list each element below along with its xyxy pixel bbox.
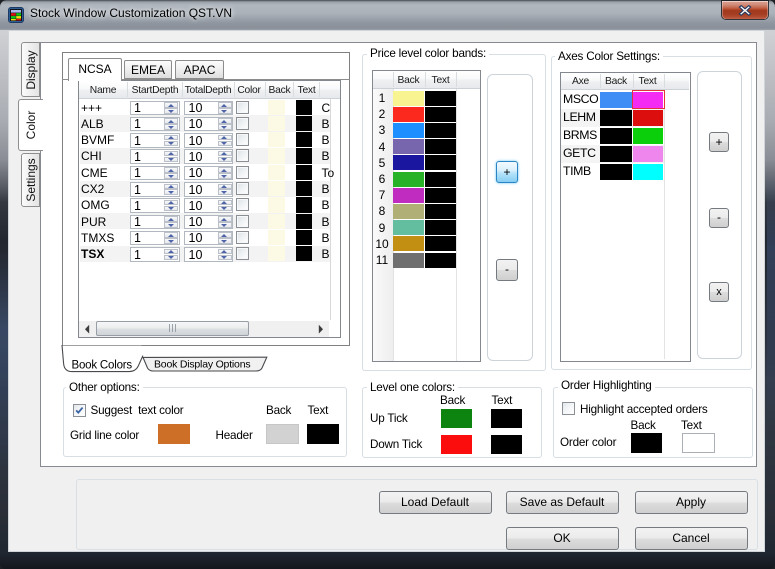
svg-text:Book Colors: Book Colors <box>72 360 133 372</box>
svg-text:Book Display Options: Book Display Options <box>154 358 250 370</box>
